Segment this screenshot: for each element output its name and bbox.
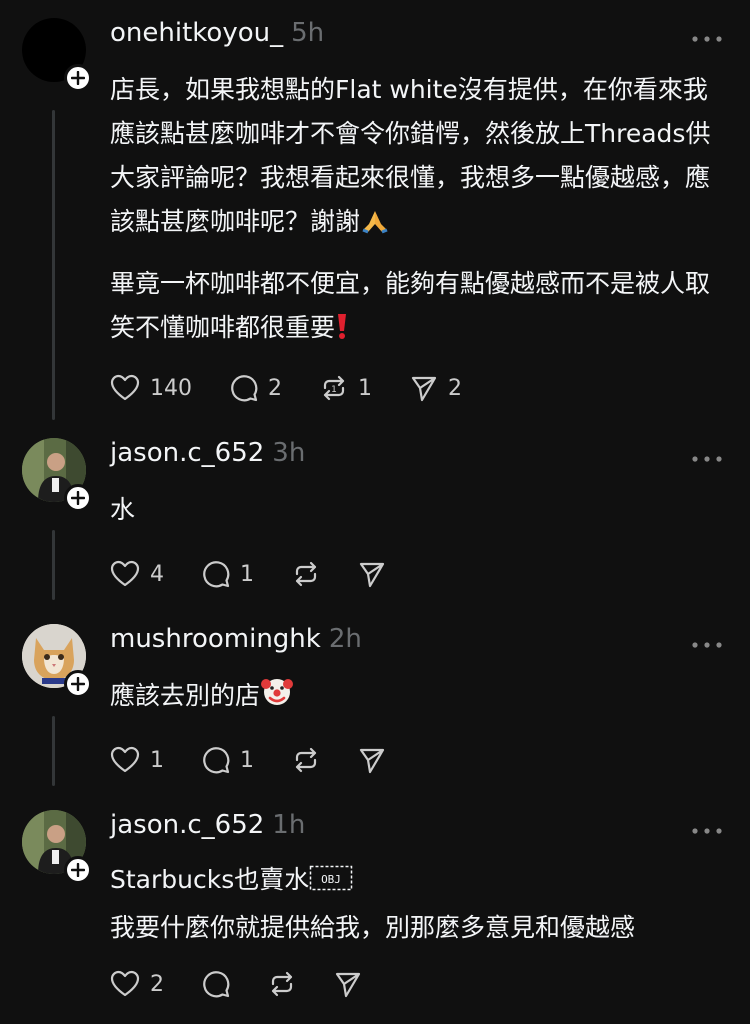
object-replacement-character: OBJ [309, 862, 353, 906]
heart-icon [110, 374, 140, 401]
thread-line [52, 716, 55, 786]
comment-count: 1 [240, 747, 254, 773]
timestamp: 1h [272, 810, 306, 840]
more-dots-icon[interactable] [690, 34, 724, 44]
comment-bubble-icon [231, 375, 258, 402]
comment-bubble-icon [203, 971, 230, 998]
like-count: 4 [150, 561, 164, 587]
svg-text:OBJ: OBJ [321, 873, 341, 886]
plus-icon [71, 71, 85, 85]
heart-icon [110, 970, 140, 997]
thread-line [52, 530, 55, 600]
share-button[interactable] [334, 970, 362, 998]
post-header: jason.c_652 1h [110, 810, 305, 850]
username[interactable]: onehitkoyou_ [110, 18, 283, 48]
comment-button[interactable]: 2 [230, 374, 282, 402]
username[interactable]: jason.c_652 [110, 810, 264, 840]
follow-button[interactable] [64, 670, 92, 698]
comment-bubble-icon [203, 747, 230, 774]
follow-button[interactable] [64, 856, 92, 884]
clown-face-emoji [260, 674, 294, 722]
username[interactable]: mushroominghk [110, 624, 321, 654]
more-dots-icon[interactable] [690, 454, 724, 464]
post-text: 應該去別的店 [110, 674, 730, 722]
comment-bubble-icon [203, 561, 230, 588]
repost-button[interactable] [268, 970, 296, 998]
post-header: mushroominghk 2h [110, 624, 362, 664]
thread-line [52, 110, 55, 420]
like-button[interactable]: 4 [110, 560, 164, 588]
share-button[interactable]: 2 [410, 374, 462, 402]
repost-count: 1 [358, 375, 372, 401]
like-count: 1 [150, 747, 164, 773]
post-actions: 140 2 1 1 2 [110, 374, 500, 402]
red-exclamation-emoji [335, 310, 349, 354]
more-dots-icon[interactable] [690, 640, 724, 650]
repost-button[interactable] [292, 746, 320, 774]
send-icon [335, 972, 361, 998]
like-count: 140 [150, 375, 192, 401]
post-paragraph-1: 店長，如果我想點的Flat white沒有提供，在你看來我應該點甚麼咖啡才不會令… [110, 68, 730, 248]
post-header: onehitkoyou_ 5h [110, 18, 324, 58]
send-icon [359, 562, 385, 588]
post-header: jason.c_652 3h [110, 438, 305, 478]
timestamp: 5h [291, 18, 325, 48]
heart-icon [110, 560, 140, 587]
share-button[interactable] [358, 746, 386, 774]
svg-text:1: 1 [331, 385, 337, 395]
follow-button[interactable] [64, 64, 92, 92]
comment-button[interactable]: 1 [202, 746, 254, 774]
plus-icon [71, 863, 85, 877]
comment-count: 2 [268, 375, 282, 401]
more-dots-icon[interactable] [690, 826, 724, 836]
plus-icon [71, 491, 85, 505]
share-count: 2 [448, 375, 462, 401]
like-button[interactable]: 1 [110, 746, 164, 774]
post-text: Starbucks也賣水 OBJ 我要什麼你就提供給我，別那麼多意見和優越感 [110, 858, 730, 950]
timestamp: 3h [272, 438, 306, 468]
like-button[interactable]: 2 [110, 970, 164, 998]
post-paragraph-2: 畢竟一杯咖啡都不便宜，能夠有點優越感而不是被人取笑不懂咖啡都很重要 [110, 262, 730, 354]
repost-icon [271, 971, 293, 997]
post-actions: 1 1 [110, 746, 424, 774]
post-actions: 4 1 [110, 560, 424, 588]
post-text: 水 [110, 488, 730, 532]
reply-line-1: Starbucks也賣水 OBJ [110, 858, 730, 906]
reply-line-2: 我要什麼你就提供給我，別那麼多意見和優越感 [110, 913, 636, 942]
post-actions: 2 [110, 970, 400, 998]
repost-icon [295, 747, 317, 773]
follow-button[interactable] [64, 484, 92, 512]
send-icon [411, 376, 437, 402]
repost-button[interactable]: 1 1 [320, 374, 372, 402]
comment-button[interactable]: 1 [202, 560, 254, 588]
timestamp: 2h [328, 624, 362, 654]
heart-icon [110, 746, 140, 773]
like-button[interactable]: 140 [110, 374, 192, 402]
send-icon [359, 748, 385, 774]
reply-text: 水 [110, 495, 136, 524]
like-count: 2 [150, 971, 164, 997]
comment-button[interactable] [202, 970, 230, 998]
repost-button[interactable] [292, 560, 320, 588]
reply-text: 應該去別的店 [110, 674, 730, 722]
repost-icon [295, 561, 317, 587]
share-button[interactable] [358, 560, 386, 588]
repost-icon: 1 [323, 375, 345, 401]
folded-hands-emoji [360, 204, 390, 248]
post-text: 店長，如果我想點的Flat white沒有提供，在你看來我應該點甚麼咖啡才不會令… [110, 68, 730, 354]
comment-count: 1 [240, 561, 254, 587]
plus-icon [71, 677, 85, 691]
username[interactable]: jason.c_652 [110, 438, 264, 468]
